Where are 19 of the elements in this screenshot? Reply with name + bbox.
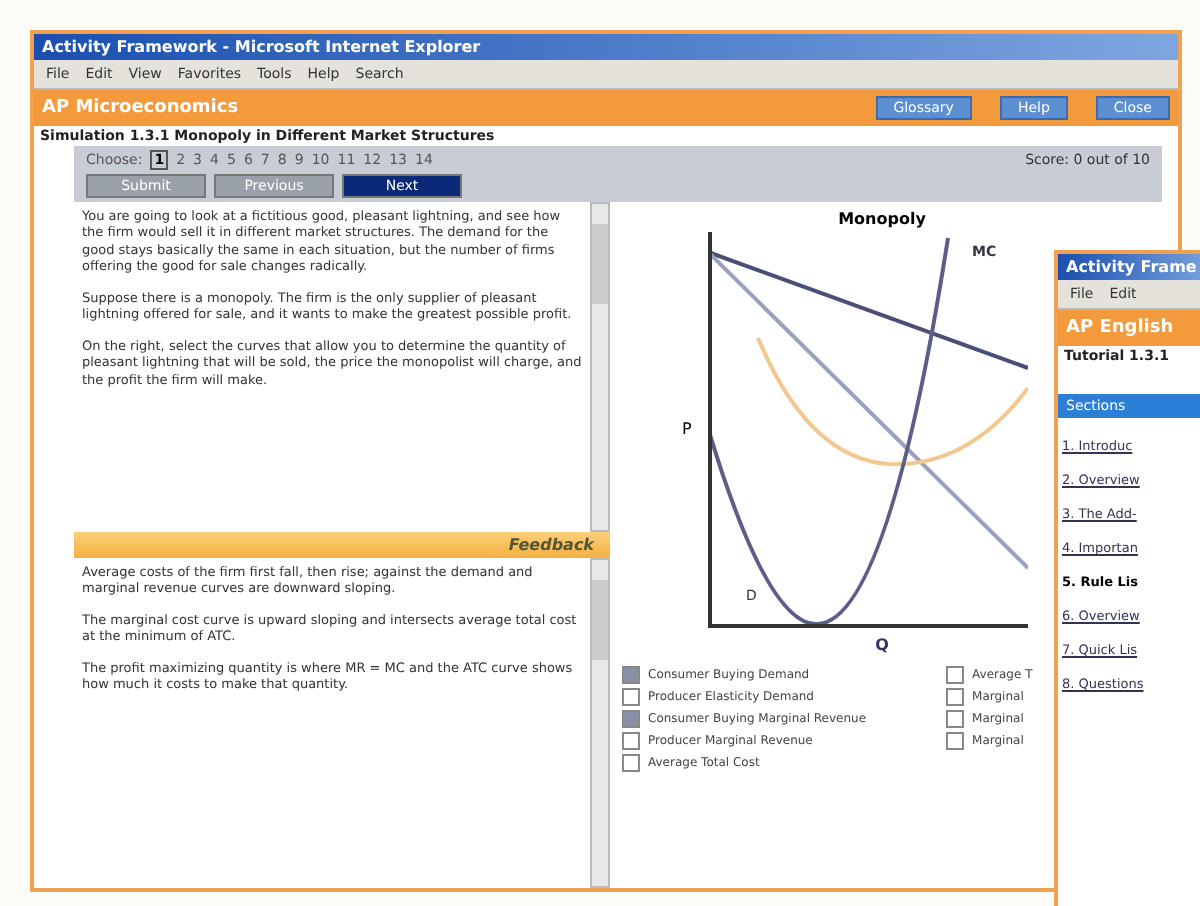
checkbox[interactable] — [622, 710, 640, 728]
checkbox[interactable] — [622, 754, 640, 772]
checkbox[interactable] — [946, 732, 965, 750]
axis-label: P — [682, 419, 692, 437]
scrollbar[interactable] — [590, 558, 610, 888]
feedback-title: Feedback — [508, 536, 594, 554]
checkbox[interactable] — [622, 688, 640, 706]
window-title: Activity Frame — [1066, 258, 1197, 276]
checkbox[interactable] — [946, 688, 965, 706]
checkbox[interactable] — [946, 710, 965, 728]
app-title: AP English — [1066, 318, 1174, 338]
checkbox[interactable] — [622, 666, 640, 684]
checkbox[interactable] — [946, 666, 965, 684]
app-title: AP Microeconomics — [42, 98, 239, 118]
scrollbar[interactable] — [590, 202, 610, 532]
checkbox[interactable] — [622, 732, 640, 750]
chart-title: Monopoly — [838, 210, 926, 228]
axis-label: Q — [875, 636, 889, 654]
window-title: Activity Framework - Microsoft Internet Explorer — [42, 38, 481, 56]
